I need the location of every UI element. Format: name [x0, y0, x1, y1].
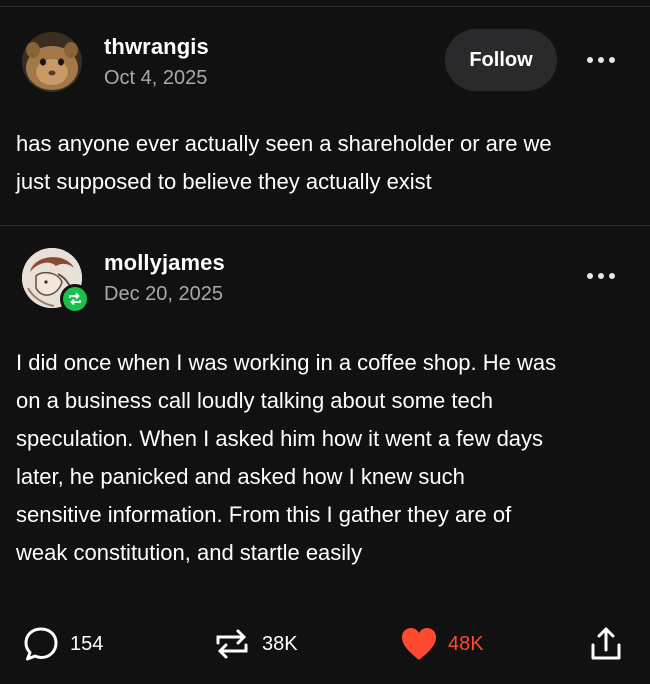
like-count: 48K — [448, 632, 484, 655]
comment-bubble-icon — [24, 627, 58, 661]
action-bar: 154 38K 48K — [0, 620, 650, 668]
heart-icon — [402, 628, 436, 660]
post-page: thwrangis Oct 4, 2025 Follow has anyone … — [0, 0, 650, 684]
post-header: thwrangis Oct 4, 2025 Follow — [22, 29, 632, 96]
reply-header: mollyjames Dec 20, 2025 — [22, 248, 632, 314]
post-divider — [0, 225, 650, 226]
reblog-count: 38K — [262, 632, 298, 655]
reply-username[interactable]: mollyjames — [104, 250, 225, 276]
share-button[interactable] — [588, 624, 624, 664]
share-icon — [591, 627, 621, 660]
avatar[interactable] — [22, 32, 82, 92]
post-username[interactable]: thwrangis — [104, 34, 209, 60]
post-date: Oct 4, 2025 — [104, 67, 208, 89]
comment-count: 154 — [70, 632, 104, 655]
post-text: has anyone ever actually seen a sharehol… — [16, 131, 552, 194]
hamster-avatar-image — [22, 32, 82, 92]
more-dots-icon — [587, 57, 615, 63]
reblog-button[interactable]: 38K — [212, 624, 298, 664]
like-button[interactable]: 48K — [400, 624, 484, 664]
top-divider — [0, 6, 650, 7]
reply-more-button[interactable] — [584, 262, 618, 290]
reply-date: Dec 20, 2025 — [104, 283, 223, 305]
reply-text: I did once when I was working in a coffe… — [16, 350, 557, 565]
reblog-arrows-icon — [216, 629, 248, 659]
comment-button[interactable]: 154 — [22, 624, 103, 664]
reblog-badge — [60, 284, 90, 314]
follow-button[interactable]: Follow — [445, 29, 557, 91]
post-more-button[interactable] — [584, 46, 618, 74]
reblog-badge-icon — [69, 292, 81, 306]
more-dots-icon — [587, 273, 615, 279]
